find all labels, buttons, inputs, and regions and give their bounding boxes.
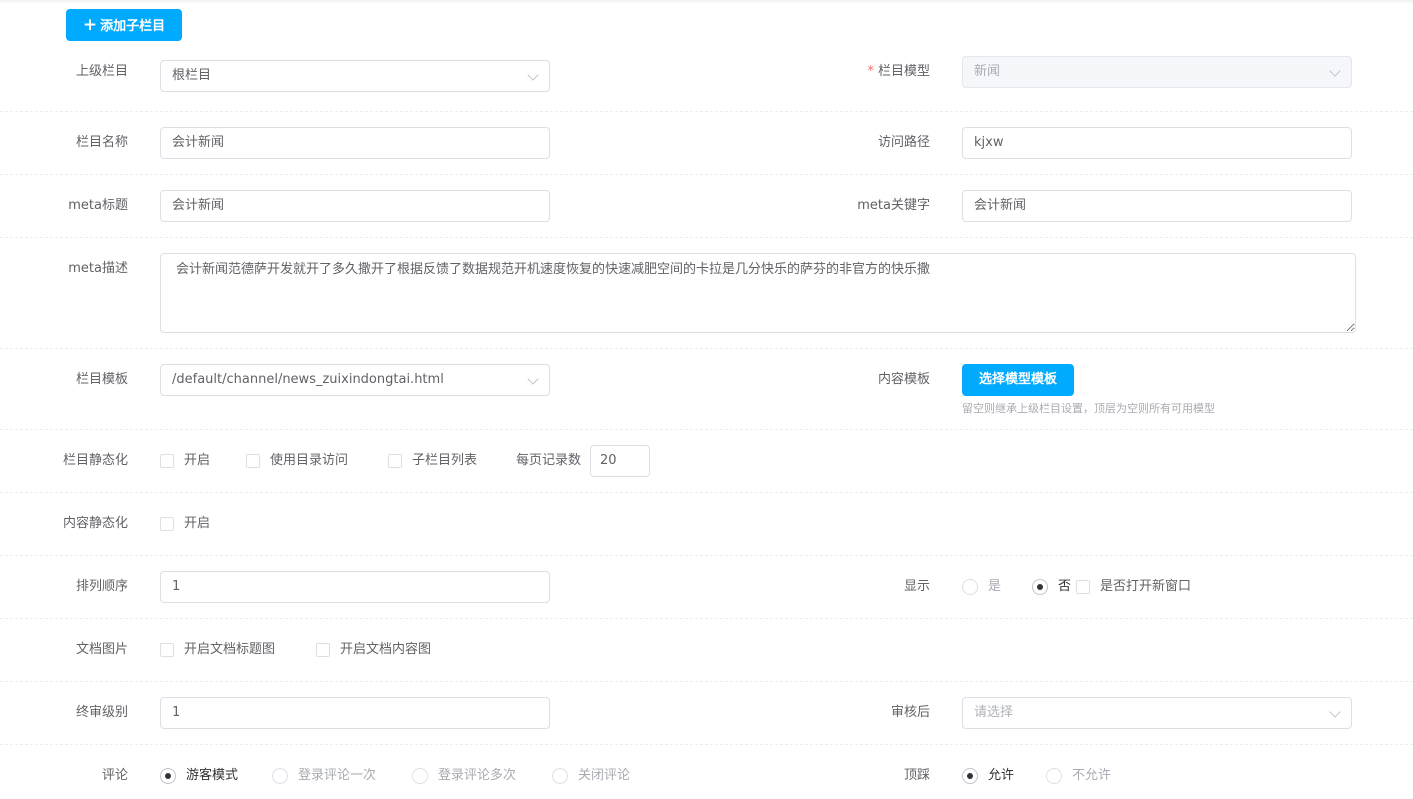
content-image-checkbox[interactable] — [316, 643, 330, 657]
path-input[interactable]: kjxw — [962, 127, 1352, 159]
order-label: 排列顺序 — [75, 579, 128, 594]
final-level-label: 终审级别 — [75, 705, 128, 720]
top-shadow — [0, 0, 1413, 4]
vote-allow-radio[interactable] — [962, 768, 978, 784]
meta-keywords-input[interactable]: 会计新闻 — [962, 190, 1352, 222]
checkbox-label: 使用目录访问 — [270, 453, 349, 468]
use-directory-checkbox[interactable] — [246, 454, 260, 468]
model-select: 新闻 — [962, 56, 1352, 88]
radio-label: 是 — [988, 579, 1002, 594]
divider — [0, 744, 1413, 745]
vote-label: 顶踩 — [903, 768, 930, 783]
child-list-checkbox[interactable] — [388, 454, 402, 468]
order-input[interactable]: 1 — [160, 571, 550, 603]
divider — [0, 681, 1413, 682]
radio-label: 否 — [1058, 579, 1072, 594]
checkbox-label: 是否打开新窗口 — [1100, 579, 1192, 594]
meta-title-label: meta标题 — [68, 198, 128, 213]
comment-label: 评论 — [101, 768, 128, 783]
divider — [0, 174, 1413, 175]
checkbox-label: 开启文档标题图 — [184, 642, 276, 657]
final-level-input[interactable]: 1 — [160, 697, 550, 729]
radio-label: 不允许 — [1072, 768, 1112, 783]
after-review-select[interactable]: 请选择 — [962, 697, 1352, 729]
radio-label: 关闭评论 — [578, 768, 631, 783]
content-template-hint: 留空则继承上级栏目设置，顶层为空则所有可用模型 — [962, 402, 1215, 415]
per-page-input[interactable]: 20 — [590, 445, 650, 477]
divider — [0, 348, 1413, 349]
parent-label: 上级栏目 — [75, 64, 128, 79]
add-child-column-button[interactable]: + 添加子栏目 — [66, 9, 182, 41]
meta-title-input[interactable]: 会计新闻 — [160, 190, 550, 222]
radio-label: 游客模式 — [186, 768, 239, 783]
chevron-down-icon — [1329, 706, 1341, 718]
radio-label: 登录评论一次 — [298, 768, 377, 783]
channel-template-select[interactable]: /default/channel/news_zuixindongtai.html — [160, 364, 550, 396]
channel-template-label: 栏目模板 — [75, 372, 128, 387]
content-static-label: 内容静态化 — [62, 516, 128, 531]
checkbox-label: 开启文档内容图 — [340, 642, 432, 657]
comment-login-once-radio[interactable] — [272, 768, 288, 784]
parent-select[interactable]: 根栏目 — [160, 60, 550, 92]
display-label: 显示 — [903, 579, 930, 594]
divider — [0, 237, 1413, 238]
after-review-label: 审核后 — [890, 705, 930, 720]
select-model-template-button[interactable]: 选择模型模板 — [962, 364, 1074, 396]
chevron-down-icon — [1329, 65, 1341, 77]
divider — [0, 492, 1413, 493]
channel-static-label: 栏目静态化 — [62, 453, 128, 468]
content-template-label: 内容模板 — [877, 372, 930, 387]
new-window-checkbox[interactable] — [1076, 580, 1090, 594]
plus-icon: + — [82, 15, 98, 35]
meta-keywords-label: meta关键字 — [857, 198, 930, 213]
comment-close-radio[interactable] — [552, 768, 568, 784]
checkbox-label: 子栏目列表 — [412, 453, 478, 468]
name-label: 栏目名称 — [75, 135, 128, 150]
comment-guest-radio[interactable] — [160, 768, 176, 784]
radio-label: 允许 — [988, 768, 1015, 783]
doc-image-label: 文档图片 — [75, 642, 128, 657]
chevron-down-icon — [527, 373, 539, 385]
divider — [0, 555, 1413, 556]
divider — [0, 618, 1413, 619]
display-yes-radio[interactable] — [962, 579, 978, 595]
checkbox-label: 开启 — [184, 516, 211, 531]
radio-label: 登录评论多次 — [438, 768, 517, 783]
model-label: * 栏目模型 — [867, 64, 930, 79]
name-input[interactable]: 会计新闻 — [160, 127, 550, 159]
divider — [0, 111, 1413, 112]
path-label: 访问路径 — [877, 135, 930, 150]
title-image-checkbox[interactable] — [160, 643, 174, 657]
checkbox-label: 开启 — [184, 453, 211, 468]
content-static-checkbox[interactable] — [160, 517, 174, 531]
meta-desc-textarea[interactable] — [160, 253, 1356, 333]
per-page-label: 每页记录数 — [516, 453, 582, 468]
channel-static-enable-checkbox[interactable] — [160, 454, 174, 468]
comment-login-many-radio[interactable] — [412, 768, 428, 784]
display-no-radio[interactable] — [1032, 579, 1048, 595]
meta-desc-label: meta描述 — [68, 261, 128, 276]
chevron-down-icon — [527, 69, 539, 81]
vote-deny-radio[interactable] — [1046, 768, 1062, 784]
divider — [0, 429, 1413, 430]
